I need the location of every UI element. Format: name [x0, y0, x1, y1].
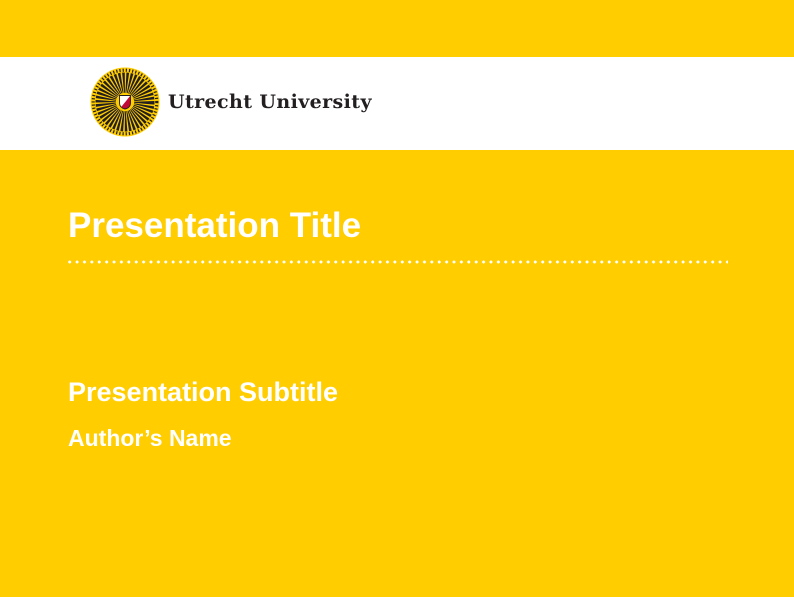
logo-band: Utrecht University — [0, 57, 794, 150]
author-name: Author’s Name — [68, 427, 232, 450]
presentation-subtitle: Presentation Subtitle — [68, 379, 338, 406]
title-underline-dots — [66, 259, 728, 265]
presentation-title: Presentation Title — [68, 208, 361, 243]
utrecht-university-sun-logo — [90, 67, 160, 137]
title-slide: Utrecht University Presentation Title Pr… — [0, 0, 794, 597]
university-wordmark: Utrecht University — [168, 93, 372, 112]
